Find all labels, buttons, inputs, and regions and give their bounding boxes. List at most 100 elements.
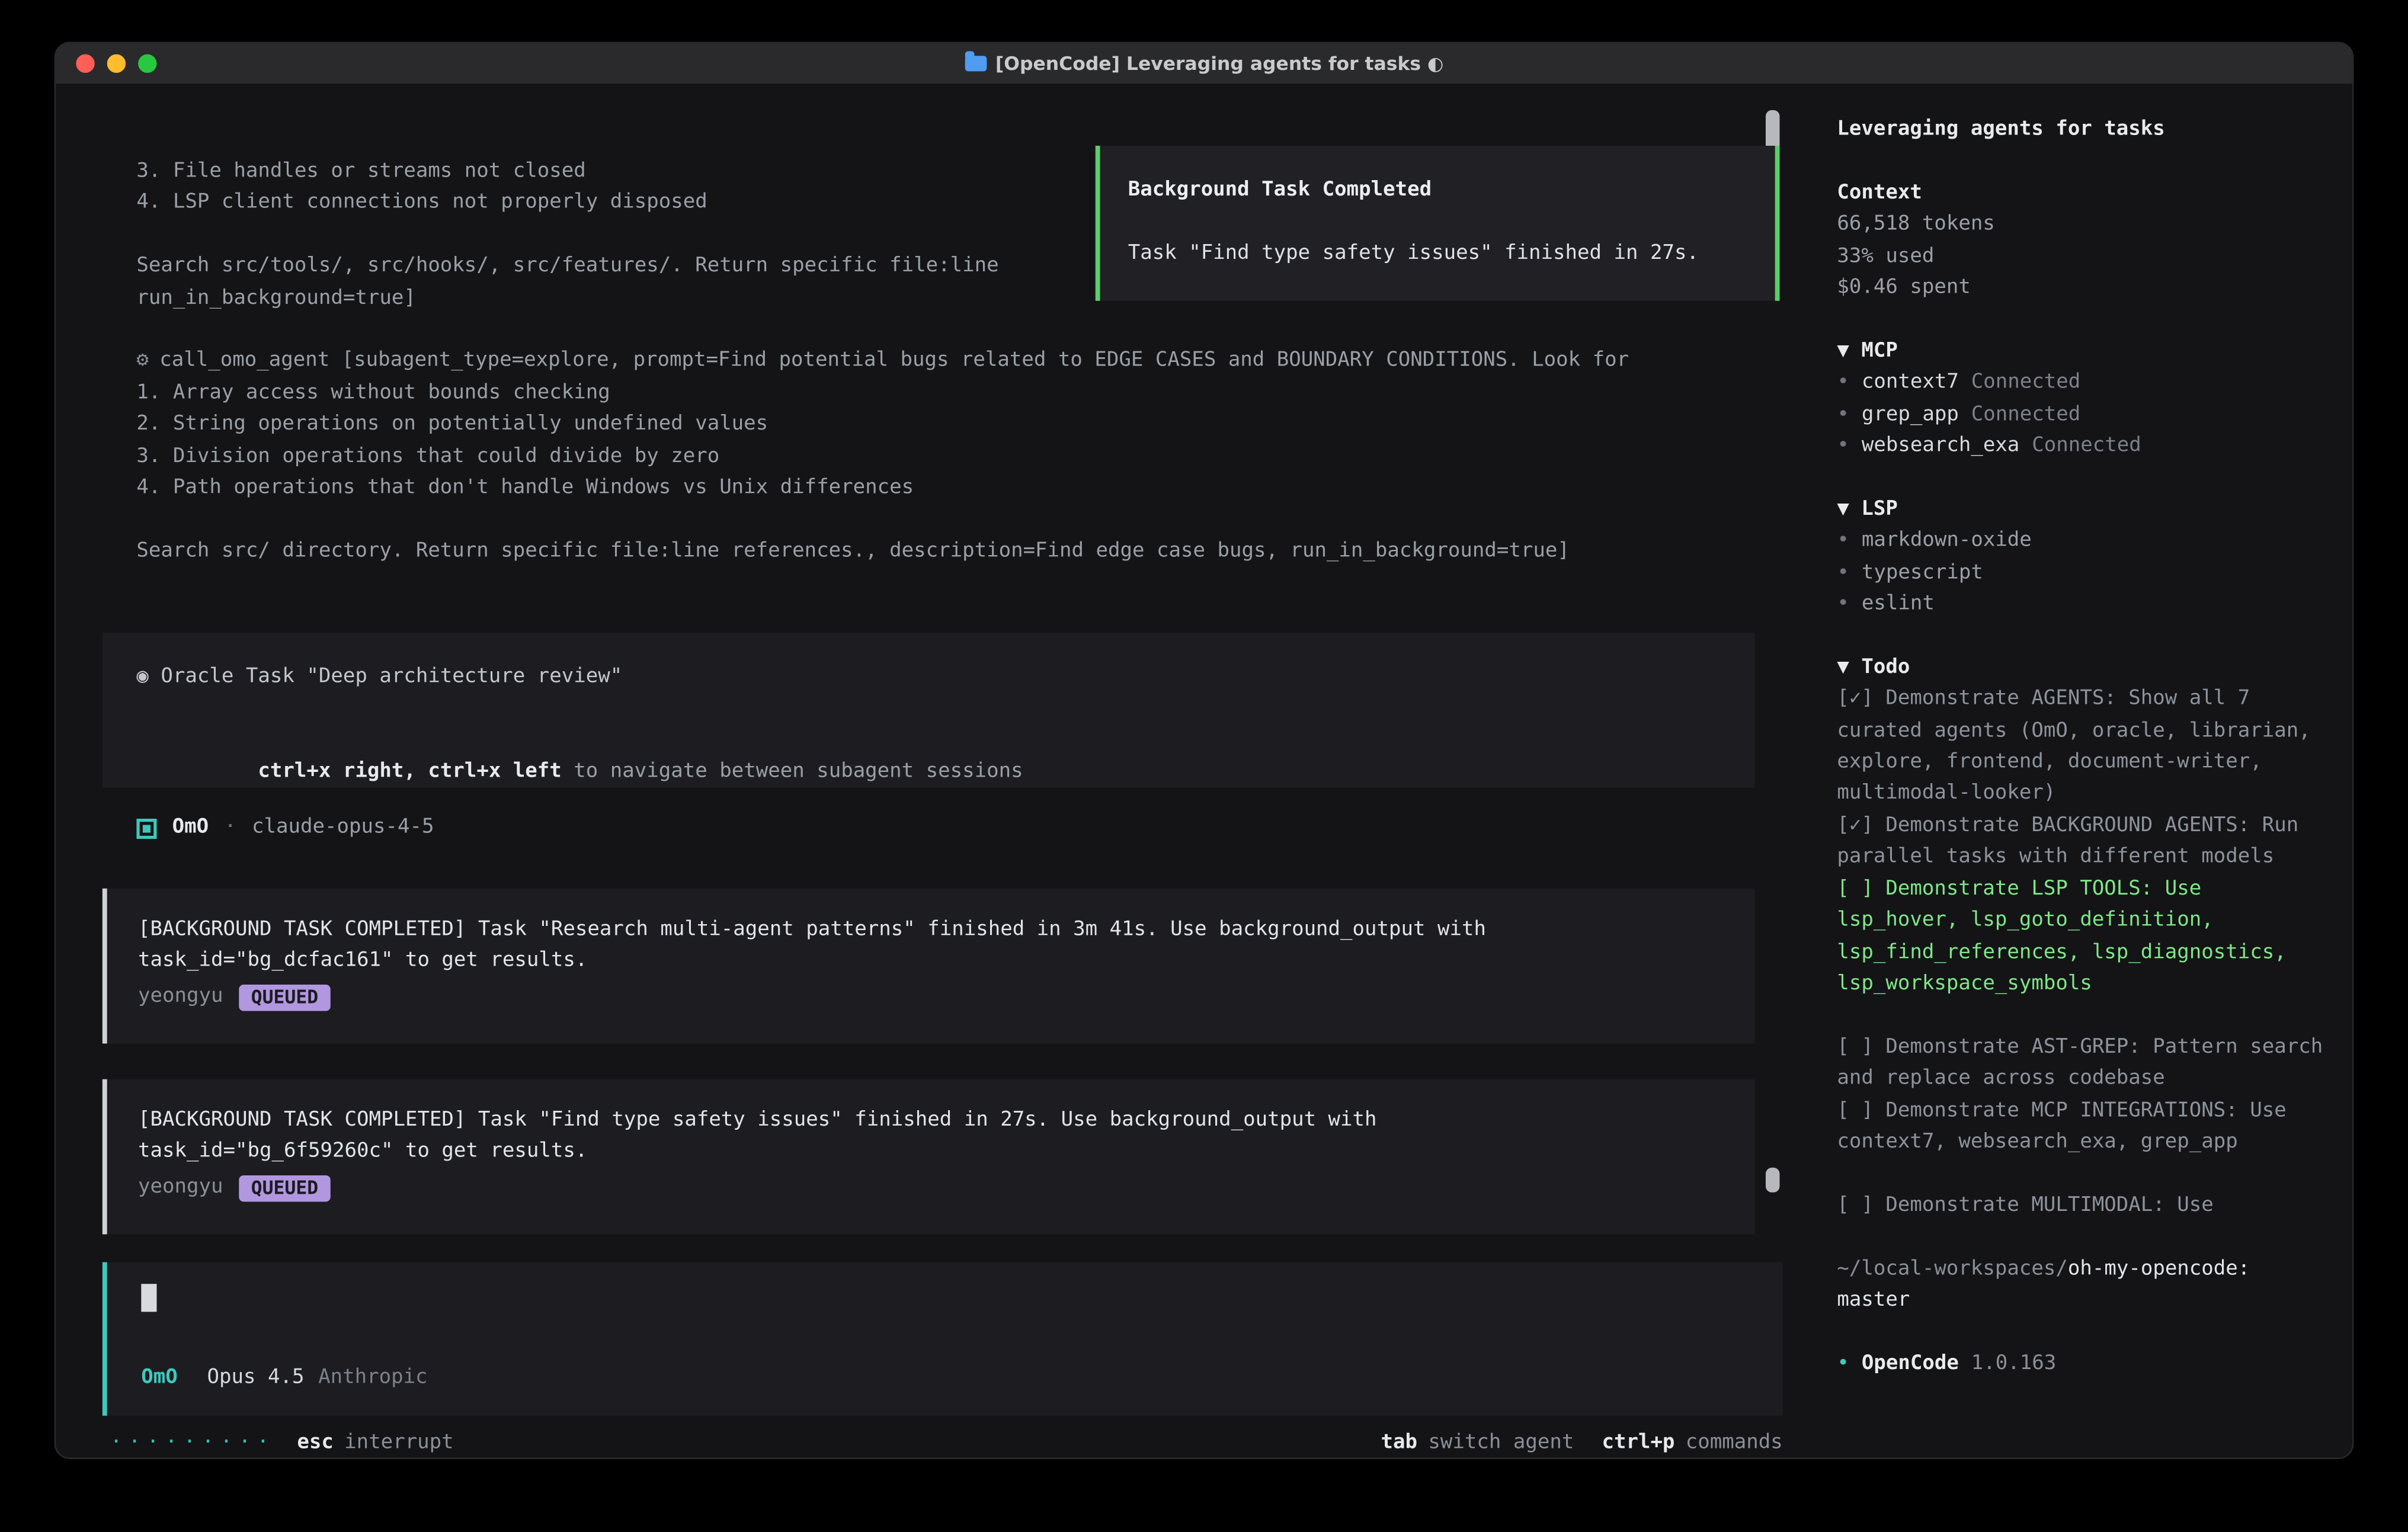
mcp-status: Connected — [1971, 371, 2080, 394]
version-footer: • OpenCode1.0.163 — [1837, 1348, 2327, 1380]
terminal-line: Search src/ directory. Return specific f… — [136, 536, 1761, 568]
lsp-header: ▼ LSP — [1837, 495, 2327, 526]
traffic-lights — [76, 43, 156, 84]
opencode-window: [OpenCode] Leveraging agents for tasks ◐… — [55, 42, 2354, 1459]
input-status-row: OmO Opus 4.5 Anthropic — [141, 1363, 1749, 1394]
context-header: Context — [1837, 178, 2327, 209]
terminal-line: 1. Array access without bounds checking — [136, 378, 1761, 409]
agent-name: OmO — [172, 812, 209, 844]
bullet-icon: • — [1837, 557, 1849, 589]
window-title-group: [OpenCode] Leveraging agents for tasks ◐ — [965, 48, 1444, 79]
agent-model: claude-opus-4-5 — [252, 812, 434, 844]
lsp-item: • typescript — [1837, 557, 2327, 589]
prompt-input[interactable]: OmO Opus 4.5 Anthropic — [103, 1262, 1783, 1416]
bullet-icon: • — [1837, 431, 1849, 463]
todo-section: ▼ Todo [✓] Demonstrate AGENTS: Show all … — [1837, 653, 2327, 1222]
session-title: Leveraging agents for tasks — [1837, 115, 2327, 146]
blank-line — [1837, 1001, 2327, 1032]
text-cursor — [141, 1284, 156, 1312]
sidebar: Leveraging agents for tasks Context 66,5… — [1814, 85, 2353, 1457]
todo-item-active: [ ] Demonstrate LSP TOOLS: Use lsp_hover… — [1837, 874, 2327, 1001]
mcp-status: Connected — [2032, 434, 2141, 457]
bullet-icon: • — [1837, 1348, 1849, 1380]
todo-item: [ ] Demonstrate MULTIMODAL: Use — [1837, 1190, 2327, 1222]
input-agent-name: OmO — [141, 1363, 177, 1394]
gear-icon: ⚙ — [136, 347, 148, 378]
agent-icon — [136, 818, 156, 838]
blank-line — [1837, 1159, 2327, 1190]
input-model-name: Opus 4.5 — [207, 1363, 305, 1394]
workspace-repo: oh-my-opencode: — [2068, 1257, 2250, 1280]
oracle-task-title: ◉ Oracle Task "Deep architecture review" — [136, 662, 1721, 694]
oracle-task-panel: ◉ Oracle Task "Deep architecture review"… — [103, 633, 1755, 788]
app-name: OpenCode — [1862, 1352, 1959, 1375]
minimize-window-button[interactable] — [107, 55, 126, 73]
bullet-icon: • — [1837, 589, 1849, 621]
terminal-line — [136, 315, 1761, 346]
mcp-status: Connected — [1971, 403, 2080, 426]
message-text: task_id="bg_dcfac161" to get results. — [138, 947, 1724, 978]
message-user: yeongyu — [138, 981, 223, 1012]
mcp-name: grep_app — [1862, 403, 1959, 426]
esc-key-hint: esc — [297, 1428, 333, 1459]
message-footer: yeongyu QUEUED — [138, 1172, 1724, 1203]
context-used: 33% used — [1837, 241, 2327, 273]
messages-scrollbar-thumb[interactable] — [1766, 1168, 1780, 1193]
statusbar-right: tab switch agent ctrl+p commands — [1381, 1428, 1783, 1459]
status-bar: ········· esc interrupt tab switch agent… — [110, 1428, 1783, 1459]
lsp-section: ▼ LSP • markdown-oxide • typescript • es… — [1837, 495, 2327, 621]
tab-key-label: switch agent — [1428, 1428, 1574, 1459]
terminal-line: 2. String operations on potentially unde… — [136, 410, 1761, 441]
lsp-item: • eslint — [1837, 589, 2327, 621]
tab-key-hint: tab — [1381, 1428, 1417, 1459]
lsp-name: eslint — [1862, 589, 1935, 621]
mcp-section: ▼ MCP • context7 Connected • grep_app Conn… — [1837, 336, 2327, 463]
tool-call-line: ⚙ call_omo_agent [subagent_type=explore,… — [136, 347, 1761, 378]
context-section: Context 66,518 tokens 33% used $0.46 spe… — [1837, 178, 2327, 305]
context-spent: $0.46 spent — [1837, 273, 2327, 305]
mcp-header: ▼ MCP — [1837, 336, 2327, 367]
background-task-message: [BACKGROUND TASK COMPLETED] Task "Resear… — [103, 889, 1755, 1044]
input-provider-name: Anthropic — [318, 1363, 427, 1394]
zoom-window-button[interactable] — [138, 55, 156, 73]
screen: [OpenCode] Leveraging agents for tasks ◐… — [0, 0, 2408, 1532]
queued-badge: QUEUED — [239, 1175, 331, 1201]
workspace-branch: master — [1837, 1286, 2327, 1317]
mcp-item: • websearch_exa Connected — [1837, 431, 2327, 463]
message-footer: yeongyu QUEUED — [138, 981, 1724, 1012]
bullet-icon: • — [1837, 368, 1849, 399]
separator-dot: · — [224, 812, 236, 844]
close-window-button[interactable] — [76, 55, 94, 73]
subagent-nav-hint: ctrl+x right, ctrl+x left to navigate be… — [136, 725, 1721, 820]
statusbar-left: ········· esc interrupt — [110, 1428, 454, 1459]
hint-keys: ctrl+x right, ctrl+x left — [258, 760, 561, 783]
context-tokens: 66,518 tokens — [1837, 210, 2327, 241]
lsp-name: typescript — [1862, 557, 1983, 589]
message-text: [BACKGROUND TASK COMPLETED] Task "Find t… — [138, 1105, 1724, 1137]
queued-badge: QUEUED — [239, 984, 331, 1010]
agent-header: OmO · claude-opus-4-5 — [136, 813, 434, 844]
todo-item: [ ] Demonstrate AST-GREP: Pattern search… — [1837, 1032, 2327, 1095]
todo-item: [✓] Demonstrate BACKGROUND AGENTS: Run p… — [1837, 811, 2327, 874]
ctrlp-key-hint: ctrl+p — [1602, 1428, 1674, 1459]
ctrlp-key-label: commands — [1686, 1428, 1783, 1459]
mcp-item: • context7 Connected — [1837, 368, 2327, 399]
message-text: task_id="bg_6f59260c" to get results. — [138, 1137, 1724, 1169]
lsp-item: • markdown-oxide — [1837, 526, 2327, 557]
esc-key-label: interrupt — [344, 1428, 453, 1459]
background-task-message: [BACKGROUND TASK COMPLETED] Task "Find t… — [103, 1079, 1755, 1235]
folder-icon — [965, 56, 987, 71]
todo-header: ▼ Todo — [1837, 653, 2327, 684]
background-task-toast: Background Task Completed Task "Find typ… — [1096, 146, 1780, 301]
window-title: [OpenCode] Leveraging agents for tasks ◐ — [995, 48, 1444, 79]
tool-call-text: call_omo_agent [subagent_type=explore, p… — [159, 347, 1629, 378]
terminal-line: 3. Division operations that could divide… — [136, 441, 1761, 473]
workspace-info: ~/local-workspaces/oh-my-opencode: maste… — [1837, 1254, 2327, 1317]
todo-item: [✓] Demonstrate AGENTS: Show all 7 curat… — [1837, 684, 2327, 811]
mcp-name: websearch_exa — [1862, 434, 2019, 457]
mcp-item: • grep_appConnected — [1837, 399, 2327, 431]
toast-body: Task "Find type safety issues" finished … — [1128, 239, 1747, 270]
mcp-name: context7 — [1862, 371, 1959, 394]
titlebar[interactable]: [OpenCode] Leveraging agents for tasks ◐ — [56, 43, 2352, 85]
lsp-name: markdown-oxide — [1862, 526, 2032, 557]
